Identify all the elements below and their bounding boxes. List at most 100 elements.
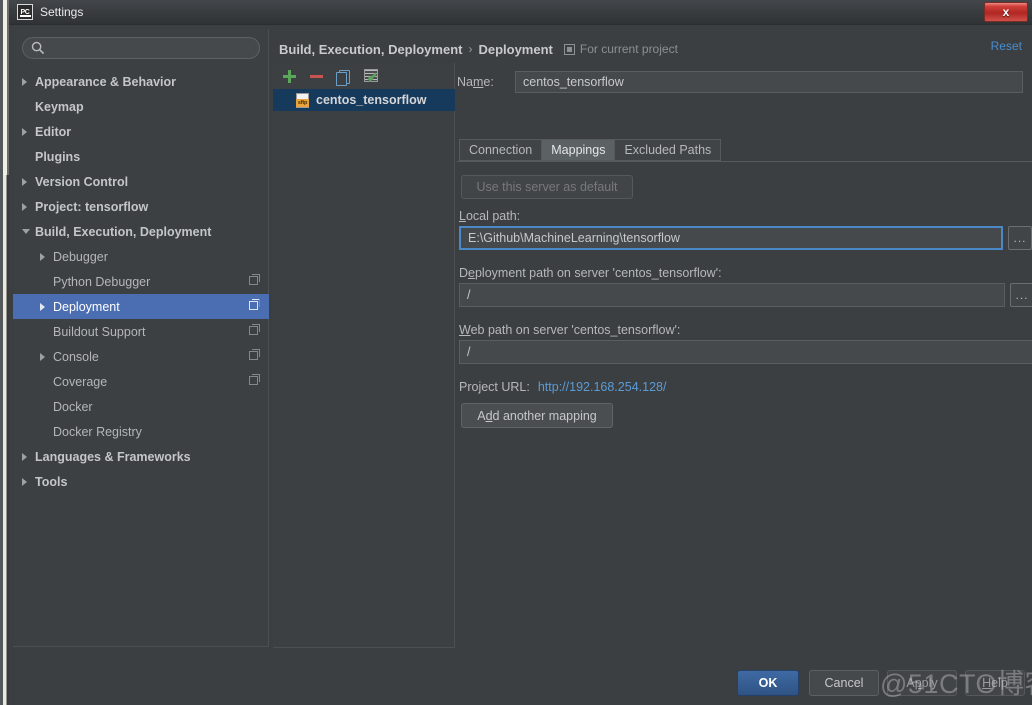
settings-window: PC Settings x Appearance & Behavior Keyma… [9, 0, 1032, 705]
sidebar-item-keymap[interactable]: Keymap [13, 94, 269, 119]
sidebar-item-docker-registry[interactable]: Docker Registry [13, 419, 269, 444]
sidebar-item-project-tensorflow[interactable]: Project: tensorflow [13, 194, 269, 219]
sidebar-item-label: Version Control [35, 174, 129, 189]
plus-icon[interactable] [281, 68, 298, 85]
server-toolbar [273, 63, 455, 89]
chevron-right-icon[interactable] [22, 127, 27, 136]
project-url-link[interactable]: http://192.168.254.128/ [538, 380, 667, 394]
chevron-right-icon[interactable] [22, 477, 27, 486]
project-scope-icon [249, 324, 260, 335]
tab-excluded-paths[interactable]: Excluded Paths [614, 139, 722, 161]
server-name-label: centos_tensorflow [316, 93, 427, 107]
server-list-panel: centos_tensorflow [273, 63, 455, 648]
minus-icon[interactable] [308, 68, 325, 85]
server-detail-pane: Name: ConnectionMappingsExcluded Paths U… [457, 63, 1032, 648]
local-path-browse-button[interactable]: ... [1008, 226, 1032, 250]
breadcrumb-page: Deployment [478, 41, 553, 57]
sidebar-item-label: Debugger [53, 249, 108, 264]
chevron-right-icon[interactable] [40, 302, 45, 311]
sidebar-item-plugins[interactable]: Plugins [13, 144, 269, 169]
sidebar-item-label: Plugins [35, 149, 81, 164]
detail-tabs: Connection Mappings Excluded Paths [459, 139, 1032, 161]
sidebar-item-label: Appearance & Behavior [35, 74, 177, 89]
search-input[interactable] [22, 37, 260, 59]
sidebar-item-label: Project: tensorflow [35, 199, 149, 214]
title-bar: PC Settings x [9, 0, 1032, 25]
settings-tree: Appearance & Behavior Keymap Editor Plugins… [13, 69, 269, 494]
sidebar-item-label: Python Debugger [53, 274, 151, 289]
sidebar-item-label: Tools [35, 474, 68, 489]
list-item[interactable]: centos_tensorflow [273, 89, 455, 111]
sftp-file-icon [296, 92, 309, 108]
server-name-field[interactable] [515, 71, 1023, 93]
sidebar-item-label: Coverage [53, 374, 108, 389]
search-wrapper [22, 37, 260, 59]
window-title: Settings [40, 5, 84, 19]
local-path-label: Local path: [459, 209, 521, 223]
breadcrumb-separator: › [468, 42, 473, 56]
project-url-label: Project URL: [459, 380, 530, 394]
sidebar-item-label: Languages & Frameworks [35, 449, 191, 464]
help-button[interactable]: Help [965, 670, 1025, 696]
chevron-down-icon[interactable] [22, 229, 30, 234]
sidebar-item-label: Keymap [35, 99, 84, 114]
project-scope-icon [249, 274, 260, 285]
apply-button[interactable]: Ap ply [887, 670, 957, 696]
settings-body: Appearance & Behavior Keymap Editor Plugins… [9, 25, 1032, 650]
chevron-right-icon[interactable] [22, 452, 27, 461]
deployment-path-label: Deployment path on server 'centos_tensor… [459, 266, 722, 280]
sidebar-item-tools[interactable]: Tools [13, 469, 269, 494]
copy-scope-icon [563, 43, 575, 55]
project-scope-icon [249, 349, 260, 360]
sidebar-item-label: Build, Execution, Deployment [35, 224, 212, 239]
sidebar-item-docker[interactable]: Docker [13, 394, 269, 419]
sidebar-item-label: Buildout Support [53, 324, 146, 339]
ok-button[interactable]: OK [737, 670, 799, 696]
sidebar-item-coverage[interactable]: Coverage [13, 369, 269, 394]
sidebar-item-label: Deployment [53, 299, 120, 314]
sidebar-item-console[interactable]: Console [13, 344, 269, 369]
chevron-right-icon[interactable] [40, 352, 45, 361]
use-server-as-default-button[interactable]: Use this server as default [461, 175, 633, 199]
sidebar-item-label: Console [53, 349, 99, 364]
sidebar-item-languages-frameworks[interactable]: Languages & Frameworks [13, 444, 269, 469]
dialog-footer: OK Cancel Ap ply Help [9, 650, 1032, 705]
tab-underline [457, 161, 1032, 162]
copy-icon[interactable] [335, 68, 352, 86]
chevron-right-icon[interactable] [22, 77, 27, 86]
sidebar-item-label: Docker Registry [53, 424, 142, 439]
scope-label: For current project [579, 42, 678, 56]
chevron-right-icon[interactable] [40, 252, 45, 261]
name-label: Name: [457, 75, 494, 89]
sidebar-item-buildout-support[interactable]: Buildout Support [13, 319, 269, 344]
sidebar-item-debugger[interactable]: Debugger [13, 244, 269, 269]
sidebar-item-appearance-behavior[interactable]: Appearance & Behavior [13, 69, 269, 94]
sidebar-item-editor[interactable]: Editor [13, 119, 269, 144]
pycharm-icon: PC [17, 4, 33, 20]
web-path-input[interactable] [459, 340, 1032, 364]
breadcrumb-root[interactable]: Build, Execution, Deployment [279, 42, 462, 57]
project-scope-icon [249, 374, 260, 385]
check-list-icon[interactable] [362, 68, 379, 85]
reset-link[interactable]: Reset [991, 39, 1022, 53]
settings-tree-panel: Appearance & Behavior Keymap Editor Plugins… [13, 29, 269, 647]
add-another-mapping-button[interactable]: Add another mapping [461, 403, 613, 428]
sidebar-item-build-execution-deployment[interactable]: Build, Execution, Deployment [13, 219, 269, 244]
sidebar-item-version-control[interactable]: Version Control [13, 169, 269, 194]
chevron-right-icon[interactable] [22, 177, 27, 186]
deployment-path-input[interactable] [459, 283, 1005, 307]
tab-connection[interactable]: Connection [459, 139, 542, 161]
local-path-input[interactable] [459, 226, 1003, 250]
breadcrumb: Build, Execution, Deployment › Deploymen… [271, 37, 1032, 61]
chevron-right-icon[interactable] [22, 202, 27, 211]
sidebar-item-label: Docker [53, 399, 93, 414]
tab-mappings[interactable]: Mappings [541, 139, 615, 161]
cancel-button[interactable]: Cancel [809, 670, 879, 696]
close-icon[interactable]: x [984, 2, 1028, 22]
project-url-row: Project URL: http://192.168.254.128/ [459, 380, 666, 394]
sidebar-item-python-debugger[interactable]: Python Debugger [13, 269, 269, 294]
deployment-path-browse-button[interactable]: ... [1010, 283, 1032, 307]
name-row: Name: [457, 71, 1032, 93]
project-scope-icon [249, 299, 260, 310]
sidebar-item-deployment[interactable]: Deployment [13, 294, 269, 319]
